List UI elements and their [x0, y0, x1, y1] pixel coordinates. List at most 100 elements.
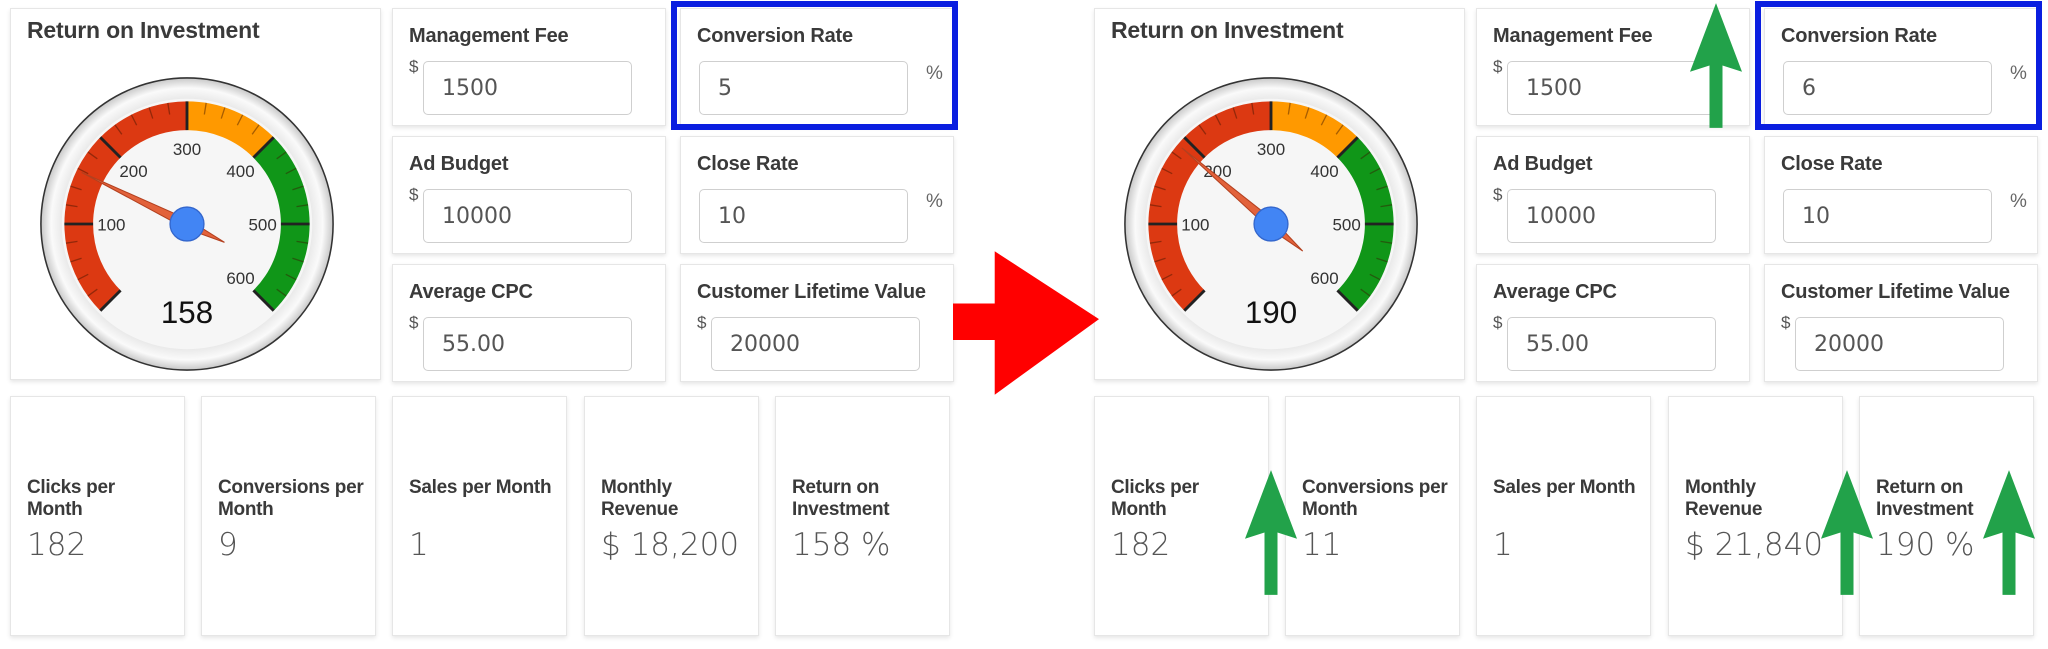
gauge-tick-label: 300 [173, 140, 201, 159]
gauge-title: Return on Investment [1111, 17, 1344, 43]
input-card-close-rate: Close Rate% 10 [1764, 136, 2038, 254]
input-card-conversion-rate: Conversion Rate% 6 [1764, 8, 2038, 126]
stat-card: Sales per Month 1 [1476, 396, 1651, 636]
gauge-tick-label: 300 [1257, 140, 1285, 159]
stat-value: 190 % [1876, 527, 1975, 563]
stat-value: 182 [1111, 527, 1171, 563]
increase-arrow-icon [1245, 470, 1297, 595]
management-fee-label: Management Fee [409, 25, 569, 47]
conversion-rate-input[interactable]: 6 [1783, 61, 1992, 115]
stat-label: Clicks per Month [27, 477, 115, 520]
stat-card: Monthly Revenue $ 21,840 [1668, 396, 1843, 636]
stat-card: Conversions per Month 9 [201, 396, 376, 636]
input-card-management-fee: Management Fee $1500 [392, 8, 666, 126]
customer-lifetime-value-input[interactable]: 20000 [1795, 317, 2004, 371]
gauge-hub [1253, 206, 1289, 242]
customer-lifetime-value-label: Customer Lifetime Value [1781, 281, 2010, 303]
arrow-shape [953, 251, 1099, 395]
transition-arrow-icon [953, 251, 1099, 395]
ad-budget-label: Ad Budget [1493, 153, 1593, 175]
stat-label: Sales per Month [1493, 477, 1636, 498]
roi-gauge: 100 200 300 400 500 600 158 [40, 77, 334, 371]
average-cpc-input[interactable]: 55.00 [1507, 317, 1716, 371]
arrow-shape [1821, 470, 1873, 595]
input-card-conversion-rate: Conversion Rate% 5 [680, 8, 954, 126]
input-card-customer-lifetime-value: Customer Lifetime Value $20000 [1764, 264, 2038, 382]
dollar-prefix: $ [1781, 313, 1791, 332]
arrow-shape [1245, 470, 1297, 595]
gauge-title: Return on Investment [27, 17, 260, 43]
average-cpc-label: Average CPC [409, 281, 533, 303]
roi-gauge-card: Return on Investment 100 200 300 400 500 600 15… [10, 8, 381, 380]
stat-value: 158 % [792, 527, 891, 563]
percent-suffix: % [2010, 63, 2027, 84]
stat-card: Conversions per Month 11 [1285, 396, 1460, 636]
ad-budget-input[interactable]: 10000 [1507, 189, 1716, 243]
stat-value: 1 [409, 527, 429, 563]
conversion-rate-label: Conversion Rate [697, 25, 853, 47]
dollar-prefix: $ [1493, 57, 1503, 76]
stat-label: Clicks per Month [1111, 477, 1199, 520]
increase-arrow-icon [1821, 470, 1873, 595]
percent-suffix: % [2010, 191, 2027, 212]
roi-gauge: 100200300400500600190 [1124, 77, 1418, 371]
management-fee-input[interactable]: 1500 [1507, 61, 1716, 115]
stat-label: Sales per Month [409, 477, 552, 498]
dollar-prefix: $ [409, 57, 419, 76]
gauge-hub [169, 206, 205, 242]
gauge-tick-label: 100 [97, 216, 125, 235]
customer-lifetime-value-input[interactable]: 20000 [711, 317, 920, 371]
average-cpc-input[interactable]: 55.00 [423, 317, 632, 371]
stat-label: Conversions per Month [1302, 477, 1448, 520]
ad-budget-input[interactable]: 10000 [423, 189, 632, 243]
gauge-tick-label: 200 [119, 162, 147, 181]
input-card-average-cpc: Average CPC $55.00 [1476, 264, 1750, 382]
stat-label: Return on Investment [792, 477, 890, 520]
stat-value: 182 [27, 527, 87, 563]
close-rate-input[interactable]: 10 [1783, 189, 1992, 243]
management-fee-input[interactable]: 1500 [423, 61, 632, 115]
gauge-tick-label: 600 [1310, 269, 1338, 288]
dollar-prefix: $ [409, 185, 419, 204]
dollar-prefix: $ [697, 313, 707, 332]
conversion-rate-input[interactable]: 5 [699, 61, 908, 115]
percent-suffix: % [926, 191, 943, 212]
stat-value: 11 [1302, 527, 1342, 563]
ad-budget-label: Ad Budget [409, 153, 509, 175]
stat-label: Monthly Revenue [601, 477, 679, 520]
stat-card: Return on Investment 158 % [775, 396, 950, 636]
input-card-average-cpc: Average CPC $55.00 [392, 264, 666, 382]
stat-label: Conversions per Month [218, 477, 364, 520]
percent-suffix: % [926, 63, 943, 84]
input-card-ad-budget: Ad Budget $10000 [1476, 136, 1750, 254]
gauge-tick-label: 100 [1181, 216, 1209, 235]
management-fee-label: Management Fee [1493, 25, 1653, 47]
gauge-tick-label: 600 [226, 269, 254, 288]
roi-gauge-card: Return on Investment 100 200 300 400 500 600 19… [1094, 8, 1465, 380]
close-rate-label: Close Rate [697, 153, 799, 175]
stat-value: $ 18,200 [601, 527, 740, 563]
increase-arrow-icon [1690, 3, 1742, 128]
stat-label: Monthly Revenue [1685, 477, 1763, 520]
gauge-tick-label: 500 [249, 216, 277, 235]
arrow-shape [1983, 470, 2035, 595]
stat-value: 9 [218, 527, 238, 563]
calculator-panel-after: Return on Investment 100 200 300 400 500 600 19… [1084, 0, 2048, 649]
stat-card: Monthly Revenue $ 18,200 [584, 396, 759, 636]
close-rate-label: Close Rate [1781, 153, 1883, 175]
gauge-value: 158 [161, 295, 213, 330]
gauge-value: 190 [1245, 295, 1297, 330]
stat-card: Clicks per Month 182 [10, 396, 185, 636]
input-card-close-rate: Close Rate% 10 [680, 136, 954, 254]
gauge-tick-label: 500 [1333, 216, 1361, 235]
stat-value: 1 [1493, 527, 1513, 563]
gauge-tick-label: 400 [1310, 162, 1338, 181]
input-card-customer-lifetime-value: Customer Lifetime Value $20000 [680, 264, 954, 382]
close-rate-input[interactable]: 10 [699, 189, 908, 243]
customer-lifetime-value-label: Customer Lifetime Value [697, 281, 926, 303]
average-cpc-label: Average CPC [1493, 281, 1617, 303]
increase-arrow-icon [1983, 470, 2035, 595]
dollar-prefix: $ [1493, 313, 1503, 332]
stat-card: Clicks per Month 182 [1094, 396, 1269, 636]
stat-value: $ 21,840 [1685, 527, 1824, 563]
